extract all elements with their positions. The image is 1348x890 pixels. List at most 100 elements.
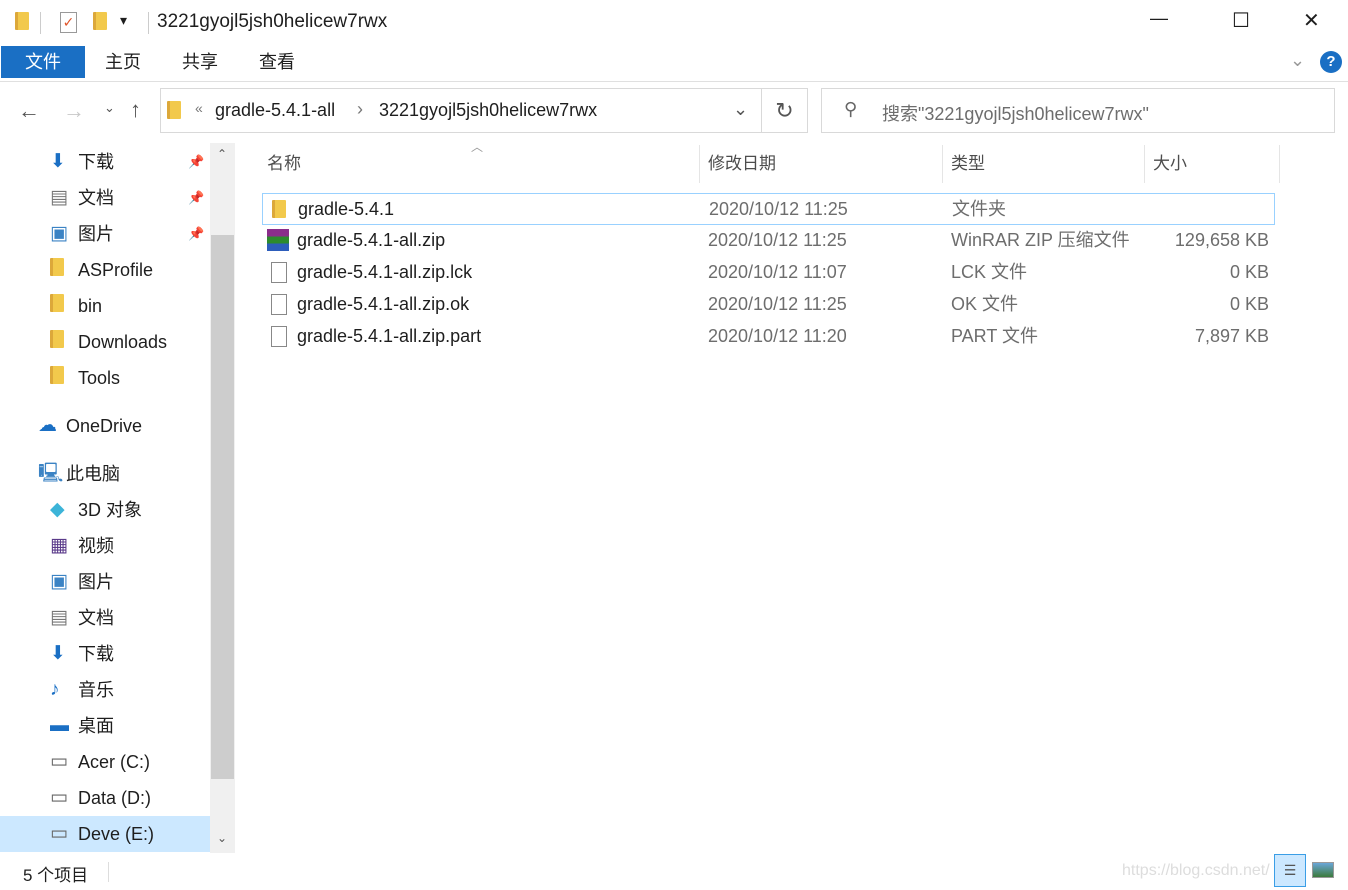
tab-view[interactable]: 查看 bbox=[244, 46, 310, 78]
sidebar-item[interactable]: bin bbox=[0, 288, 210, 324]
column-type[interactable]: 类型 bbox=[943, 145, 1145, 183]
minimize-button[interactable]: — bbox=[1150, 8, 1168, 29]
folder-icon bbox=[50, 252, 70, 276]
breadcrumb-separator[interactable]: › bbox=[357, 99, 363, 120]
folder-icon bbox=[15, 12, 29, 30]
expand-ribbon-icon[interactable]: ⌄ bbox=[1290, 50, 1305, 71]
sidebar-item[interactable]: ⬇ 下载 📌 bbox=[0, 144, 210, 180]
sidebar-item[interactable]: ▭ Acer (C:) bbox=[0, 744, 210, 780]
recent-locations-icon[interactable]: ⌄ bbox=[104, 100, 115, 116]
onedrive-icon: ☁ bbox=[38, 415, 57, 436]
file-row[interactable]: gradle-5.4.1-all.zip.ok 2020/10/12 11:25… bbox=[262, 289, 1275, 321]
maximize-button[interactable]: ☐ bbox=[1232, 8, 1250, 33]
file-date: 2020/10/12 11:07 bbox=[708, 262, 847, 282]
sidebar-item[interactable]: 🖳 此电脑 bbox=[0, 456, 210, 492]
file-row[interactable]: gradle-5.4.1-all.zip.lck 2020/10/12 11:0… bbox=[262, 257, 1275, 289]
divider bbox=[108, 862, 109, 882]
folder-icon bbox=[50, 324, 70, 348]
tab-share[interactable]: 共享 bbox=[167, 46, 233, 78]
customize-toolbar-icon[interactable]: ▾ bbox=[120, 12, 127, 29]
drive-icon: ▭ bbox=[50, 787, 68, 808]
sidebar-item[interactable]: ▤ 文档 bbox=[0, 600, 210, 636]
search-box[interactable]: ⚲ 搜索"3221gyojl5jsh0helicew7rwx" bbox=[821, 88, 1335, 133]
file-date: 2020/10/12 11:25 bbox=[709, 199, 848, 219]
nav-scrollbar[interactable]: ⌃ ⌄ bbox=[210, 143, 235, 853]
back-button[interactable]: ← bbox=[18, 98, 40, 124]
breadcrumb-gradle[interactable]: gradle-5.4.1-all bbox=[215, 100, 335, 121]
sidebar-item-label: Acer (C:) bbox=[78, 752, 150, 772]
new-folder-icon[interactable] bbox=[93, 12, 107, 30]
address-bar[interactable]: « gradle-5.4.1-all › 3221gyojl5jsh0helic… bbox=[160, 88, 762, 133]
file-type: LCK 文件 bbox=[951, 262, 1028, 282]
navigation-pane: ⬇ 下载 📌 ▤ 文档 📌 ▣ 图片 📌 ASProfile bin Downloads Tools ☁ O… bbox=[0, 143, 235, 853]
help-icon[interactable]: ? bbox=[1320, 51, 1342, 73]
folder-icon bbox=[167, 101, 181, 119]
close-button[interactable]: ✕ bbox=[1303, 8, 1320, 33]
sidebar-item[interactable]: Downloads bbox=[0, 324, 210, 360]
sidebar-item-label: OneDrive bbox=[66, 416, 143, 436]
file-name: gradle-5.4.1-all.zip.lck bbox=[297, 262, 473, 282]
sidebar-item-label: 图片 bbox=[78, 224, 114, 244]
file-row[interactable]: gradle-5.4.1-all.zip 2020/10/12 11:25 Wi… bbox=[262, 225, 1275, 257]
sidebar-item-label: 音乐 bbox=[78, 680, 114, 700]
tab-file[interactable]: 文件 bbox=[1, 46, 85, 78]
overflow-chevron[interactable]: « bbox=[195, 100, 203, 116]
large-icons-view-button[interactable] bbox=[1312, 862, 1334, 878]
sidebar-item-label: ASProfile bbox=[78, 260, 154, 280]
file-date: 2020/10/12 11:20 bbox=[708, 326, 847, 346]
sidebar-item[interactable]: ASProfile bbox=[0, 252, 210, 288]
sidebar-item[interactable]: ▣ 图片 bbox=[0, 564, 210, 600]
ribbon: 文件 主页 共享 查看 ⌄ ? bbox=[0, 46, 1348, 82]
download-icon: ⬇ bbox=[50, 643, 66, 664]
sidebar-item-label: bin bbox=[78, 296, 103, 316]
sidebar-item[interactable]: ☁ OneDrive bbox=[0, 408, 210, 444]
column-size[interactable]: 大小 bbox=[1145, 145, 1280, 183]
download-icon: ⬇ bbox=[50, 151, 66, 172]
pictures-icon: ▣ bbox=[50, 571, 68, 592]
3d-objects-icon: ◆ bbox=[50, 499, 65, 520]
properties-icon[interactable]: ✓ bbox=[60, 12, 77, 33]
search-input[interactable]: 搜索"3221gyojl5jsh0helicew7rwx" bbox=[882, 100, 1149, 126]
up-button[interactable]: ↑ bbox=[130, 97, 141, 123]
sidebar-item-label: Data (D:) bbox=[78, 788, 152, 808]
drive-icon: ▭ bbox=[50, 823, 68, 844]
folder-icon bbox=[50, 360, 70, 384]
sidebar-item[interactable]: Tools bbox=[0, 360, 210, 396]
sidebar-item[interactable]: ▦ 视频 bbox=[0, 528, 210, 564]
breadcrumb-current[interactable]: 3221gyojl5jsh0helicew7rwx bbox=[379, 100, 597, 121]
tab-home[interactable]: 主页 bbox=[90, 46, 156, 78]
document-icon: ▤ bbox=[50, 187, 68, 208]
file-type: 文件夹 bbox=[952, 199, 1006, 219]
file-name: gradle-5.4.1-all.zip.part bbox=[297, 326, 482, 346]
sidebar-item-label: Tools bbox=[78, 368, 121, 388]
music-icon: ♪ bbox=[50, 679, 60, 700]
document-icon: ▤ bbox=[50, 607, 68, 628]
refresh-button[interactable]: ↻ bbox=[762, 88, 808, 133]
file-size: 0 KB bbox=[1229, 262, 1269, 282]
sidebar-item[interactable]: ▭ Deve (E:) bbox=[0, 816, 210, 852]
sidebar-item[interactable]: ▣ 图片 📌 bbox=[0, 216, 210, 252]
file-row[interactable]: gradle-5.4.1 2020/10/12 11:25 文件夹 bbox=[262, 193, 1275, 225]
pin-icon: 📌 bbox=[188, 226, 205, 241]
file-name: gradle-5.4.1 bbox=[298, 199, 395, 219]
sidebar-item[interactable]: ◆ 3D 对象 bbox=[0, 492, 210, 528]
file-name: gradle-5.4.1-all.zip.ok bbox=[297, 294, 470, 314]
column-date[interactable]: 修改日期 bbox=[700, 145, 943, 183]
file-size: 7,897 KB bbox=[1194, 326, 1269, 346]
sidebar-item[interactable]: ♪ 音乐 bbox=[0, 672, 210, 708]
sidebar-item[interactable]: ▭ Data (D:) bbox=[0, 780, 210, 816]
column-name[interactable]: 名称 bbox=[259, 145, 700, 183]
address-dropdown-icon[interactable]: ⌄ bbox=[733, 99, 748, 120]
sidebar-item-label: 下载 bbox=[78, 644, 114, 664]
divider bbox=[40, 12, 41, 34]
scrollbar-thumb[interactable] bbox=[211, 235, 234, 779]
drive-icon: ▭ bbox=[50, 751, 68, 772]
sidebar-item[interactable]: ▤ 文档 📌 bbox=[0, 180, 210, 216]
sidebar-item[interactable]: ⬇ 下载 bbox=[0, 636, 210, 672]
file-type: OK 文件 bbox=[951, 294, 1019, 314]
file-size: 129,658 KB bbox=[1174, 230, 1269, 250]
details-view-button[interactable]: ☰ bbox=[1274, 854, 1306, 887]
file-row[interactable]: gradle-5.4.1-all.zip.part 2020/10/12 11:… bbox=[262, 321, 1275, 353]
forward-button[interactable]: → bbox=[63, 98, 85, 124]
sidebar-item[interactable]: ▬ 桌面 bbox=[0, 708, 210, 744]
